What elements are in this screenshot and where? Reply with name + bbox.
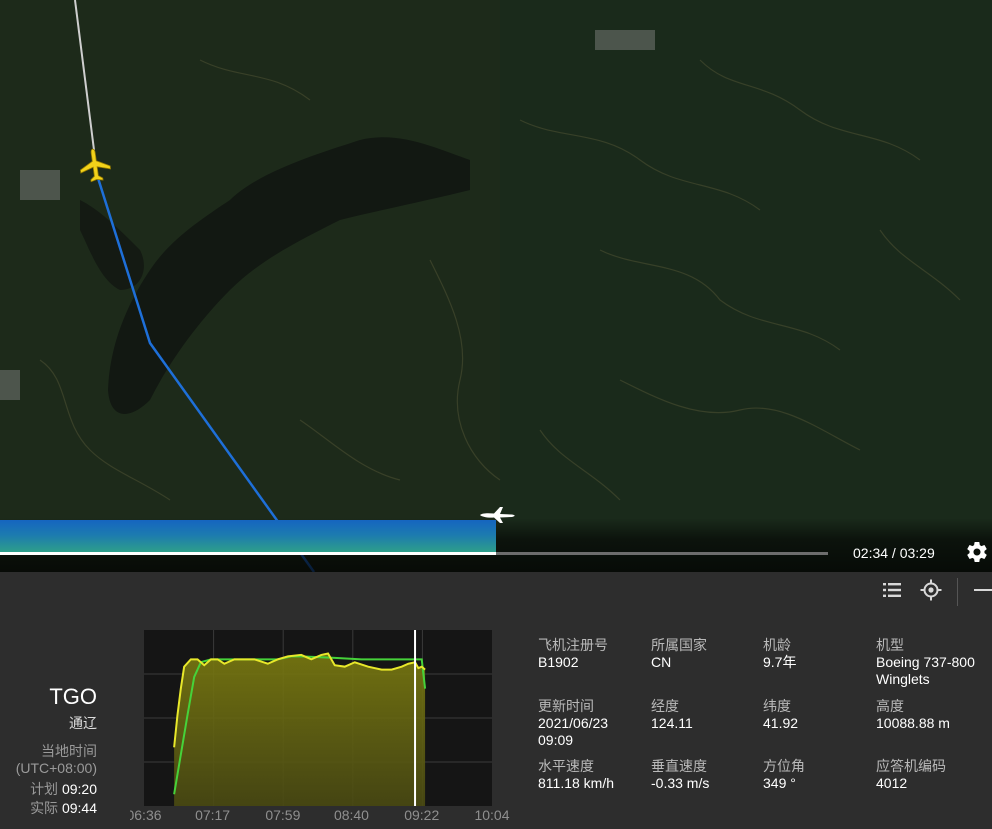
country-label: 所属国家 xyxy=(651,637,707,653)
updated-value: 2021/06/23 09:09 xyxy=(538,715,609,748)
country-field: 所属国家 CN xyxy=(651,637,707,671)
chart-x-tick-label: 10:04 xyxy=(474,807,509,823)
longitude-value: 124.11 xyxy=(651,715,693,731)
airport-name: 通辽 xyxy=(69,715,97,731)
type-label: 机型 xyxy=(876,637,904,653)
playback-progress-track[interactable] xyxy=(0,552,828,555)
list-icon[interactable] xyxy=(880,578,904,602)
chart-x-tick-label: 06:36 xyxy=(130,807,162,823)
playback-time-readout: 02:34 / 03:29 xyxy=(853,545,935,561)
altitude-value: 10088.88 m xyxy=(876,715,950,731)
ground-speed-value: 811.18 km/h xyxy=(538,775,615,791)
type-value: Boeing 737-800 Winglets xyxy=(876,654,975,687)
heading-label: 方位角 xyxy=(763,758,805,774)
scheduled-time: 09:20 xyxy=(61,781,97,797)
gear-icon[interactable] xyxy=(965,540,989,564)
actual-time-row: 实际 09:44 xyxy=(30,798,97,818)
timezone-label: (UTC+08:00) xyxy=(15,760,97,776)
airport-code: TGO xyxy=(49,684,97,709)
longitude-label: 经度 xyxy=(651,698,679,714)
vertical-speed-value: -0.33 m/s xyxy=(651,775,710,791)
updated-label: 更新时间 xyxy=(538,698,594,714)
vertical-speed-label: 垂直速度 xyxy=(651,758,707,774)
actual-label: 实际 xyxy=(30,800,59,816)
locate-icon[interactable] xyxy=(919,578,943,602)
latitude-label: 纬度 xyxy=(763,698,791,714)
registration-value: B1902 xyxy=(538,654,579,670)
squawk-label: 应答机编码 xyxy=(876,758,946,774)
chart-area-fill xyxy=(174,653,426,806)
age-label: 机龄 xyxy=(763,637,791,653)
minus-icon[interactable] xyxy=(970,578,992,602)
altitude-label: 高度 xyxy=(876,698,904,714)
actual-time: 09:44 xyxy=(61,800,97,816)
local-time-label: 当地时间 xyxy=(41,743,97,759)
age-field: 机龄 9.7年 xyxy=(763,637,796,671)
scheduled-time-row: 计划 09:20 xyxy=(30,779,97,799)
longitude-field: 经度 124.11 xyxy=(651,698,693,732)
toolbar-divider xyxy=(957,578,958,606)
chart-x-tick-label: 07:17 xyxy=(195,807,230,823)
altitude-profile-strip xyxy=(0,520,496,552)
squawk-value: 4012 xyxy=(876,775,908,791)
vertical-speed-field: 垂直速度 -0.33 m/s xyxy=(651,758,709,792)
altitude-speed-chart[interactable]: 06:36 07:17 07:59 08:40 09:22 10:04 xyxy=(130,628,510,828)
latitude-field: 纬度 41.92 xyxy=(763,698,798,732)
chart-x-tick-label: 07:59 xyxy=(265,807,300,823)
registration-label: 飞机注册号 xyxy=(538,637,608,653)
country-value: CN xyxy=(651,654,672,670)
ground-speed-label: 水平速度 xyxy=(538,758,594,774)
latitude-value: 41.92 xyxy=(763,715,799,731)
satellite-map[interactable]: 02:34 / 03:29 xyxy=(0,0,992,572)
heading-field: 方位角 349 ° xyxy=(763,758,805,792)
updated-field: 更新时间 2021/06/23 09:09 xyxy=(538,698,628,749)
age-value: 9.7年 xyxy=(763,654,797,670)
heading-value: 349 ° xyxy=(763,775,796,791)
chart-x-tick-label: 09:22 xyxy=(404,807,439,823)
type-field: 机型 Boeing 737-800 Winglets xyxy=(876,637,988,688)
ground-speed-field: 水平速度 811.18 km/h xyxy=(538,758,614,792)
playback-progress-fill xyxy=(0,552,496,555)
altitude-field: 高度 10088.88 m xyxy=(876,698,950,732)
map-terrain xyxy=(0,0,992,572)
chart-x-tick-label: 08:40 xyxy=(334,807,369,823)
scheduled-label: 计划 xyxy=(30,781,59,797)
squawk-field: 应答机编码 4012 xyxy=(876,758,946,792)
aircraft-icon[interactable] xyxy=(78,148,112,184)
playback-plane-icon[interactable] xyxy=(478,506,518,524)
registration-field: 飞机注册号 B1902 xyxy=(538,637,608,671)
